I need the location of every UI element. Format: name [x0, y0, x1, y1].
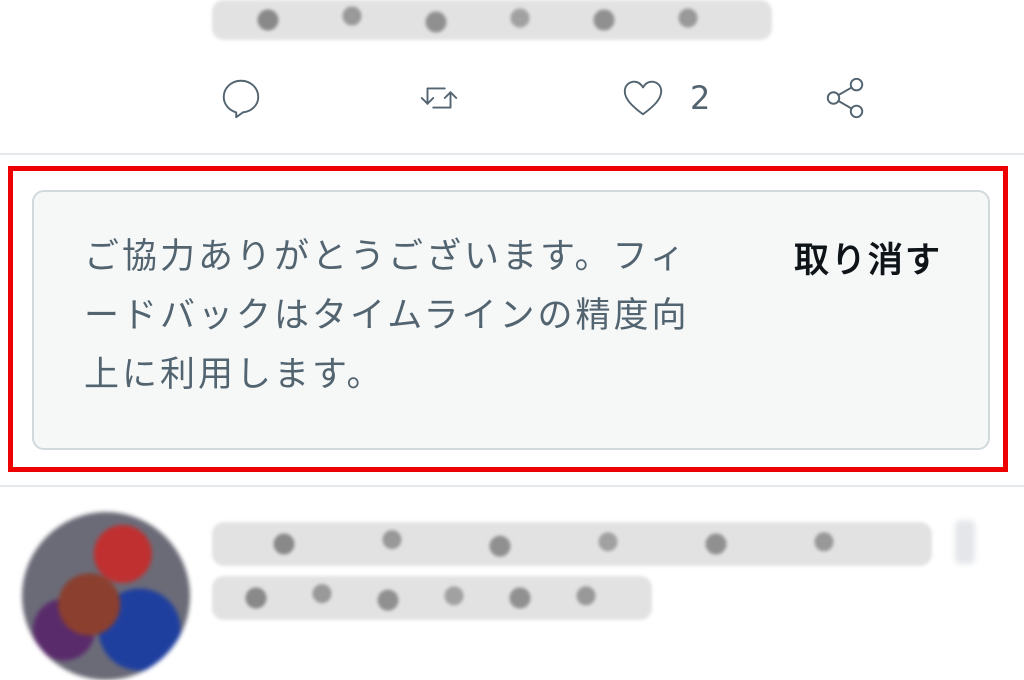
like-button[interactable]: 2	[620, 70, 710, 126]
blurred-more-icon[interactable]	[955, 520, 975, 564]
blurred-tweet-header	[212, 522, 932, 566]
heart-icon	[623, 80, 663, 116]
tweet-action-bar: 2	[0, 70, 1024, 130]
retweet-button[interactable]	[416, 70, 462, 126]
share-button[interactable]	[822, 70, 868, 126]
blurred-tweet-text	[212, 576, 652, 620]
reply-button[interactable]	[218, 70, 264, 126]
undo-button[interactable]: 取り消す	[794, 232, 942, 283]
divider	[0, 153, 1024, 155]
reply-bubble-icon	[222, 79, 260, 119]
share-icon	[826, 77, 864, 119]
divider	[0, 485, 1024, 487]
retweet-icon	[420, 87, 458, 109]
avatar[interactable]	[22, 512, 190, 680]
feedback-card: ご協力ありがとうございます。フィードバックはタイムラインの精度向上に利用します。…	[32, 190, 990, 450]
feedback-message: ご協力ありがとうございます。フィードバックはタイムラインの精度向上に利用します。	[84, 237, 690, 395]
blurred-tweet-text	[212, 0, 772, 40]
like-count: 2	[690, 79, 711, 117]
